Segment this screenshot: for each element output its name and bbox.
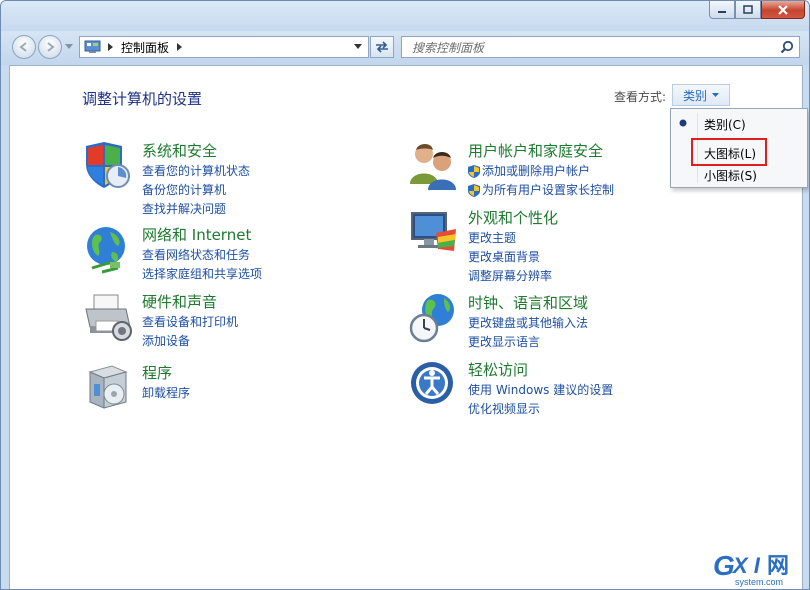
watermark-domain: system.com bbox=[735, 577, 784, 587]
task-link[interactable]: 卸载程序 bbox=[142, 384, 190, 403]
minimize-icon bbox=[718, 10, 726, 13]
task-link[interactable]: 使用 Windows 建议的设置 bbox=[468, 381, 613, 400]
category-links: 查看网络状态和任务 选择家庭组和共享选项 bbox=[142, 246, 262, 284]
menu-item-category[interactable]: 类别(C) bbox=[704, 116, 746, 133]
uac-shield-icon bbox=[468, 184, 480, 197]
title-bar bbox=[1, 1, 809, 31]
view-by-label: 查看方式: bbox=[614, 90, 667, 104]
clock-globe-icon bbox=[409, 294, 454, 343]
caption-buttons bbox=[709, 1, 805, 19]
forward-button[interactable] bbox=[38, 35, 62, 59]
maximize-button[interactable] bbox=[735, 1, 761, 19]
view-by-value: 类别 bbox=[682, 88, 707, 103]
programs-box-icon bbox=[88, 365, 128, 409]
task-link[interactable]: 调整屏幕分辨率 bbox=[468, 267, 552, 286]
task-link-label: 为所有用户设置家长控制 bbox=[482, 183, 615, 197]
navigation-bar: 控制面板 bbox=[1, 31, 809, 65]
control-panel-window: 控制面板 调整计算机的设置 查看方式: 类别 bbox=[0, 0, 810, 590]
task-link[interactable]: 选择家庭组和共享选项 bbox=[142, 265, 262, 284]
recent-pages-chevron-icon[interactable] bbox=[65, 44, 73, 50]
ease-of-access-icon bbox=[411, 362, 453, 404]
printer-icon bbox=[85, 294, 132, 341]
category-title[interactable]: 程序 bbox=[142, 362, 172, 383]
category-links: 查看设备和打印机 添加设备 bbox=[142, 313, 238, 351]
address-dropdown-icon[interactable] bbox=[354, 44, 362, 50]
svg-text:网: 网 bbox=[767, 554, 789, 579]
task-link[interactable]: 更改键盘或其他输入法 bbox=[468, 314, 588, 333]
task-link-label: 添加或删除用户帐户 bbox=[482, 164, 591, 178]
users-icon bbox=[410, 144, 456, 190]
back-button[interactable] bbox=[12, 35, 36, 59]
uac-shield-icon bbox=[468, 165, 480, 178]
category-links: 添加或删除用户帐户 为所有用户设置家长控制 bbox=[468, 162, 614, 200]
task-link[interactable]: 查看您的计算机状态 bbox=[142, 162, 250, 181]
task-link[interactable]: 更改桌面背景 bbox=[468, 248, 552, 267]
category-title[interactable]: 硬件和声音 bbox=[142, 291, 217, 312]
search-box[interactable] bbox=[401, 36, 800, 58]
watermark-logo: G X I 网 system.com bbox=[711, 549, 809, 589]
category-title[interactable]: 轻松访问 bbox=[468, 359, 528, 380]
category-title[interactable]: 外观和个性化 bbox=[468, 207, 558, 228]
task-link[interactable]: 更改主题 bbox=[468, 229, 552, 248]
category-title[interactable]: 系统和安全 bbox=[142, 140, 217, 161]
close-icon bbox=[778, 4, 788, 15]
task-link[interactable]: 备份您的计算机 bbox=[142, 181, 250, 200]
category-links: 使用 Windows 建议的设置 优化视频显示 bbox=[468, 381, 613, 419]
minimize-button[interactable] bbox=[709, 1, 735, 19]
breadcrumb-separator-icon[interactable] bbox=[108, 43, 114, 51]
task-link[interactable]: 查找并解决问题 bbox=[142, 200, 250, 219]
refresh-button[interactable] bbox=[370, 36, 394, 58]
task-link[interactable]: 更改显示语言 bbox=[468, 333, 588, 352]
task-link[interactable]: 优化视频显示 bbox=[468, 400, 613, 419]
address-bar[interactable]: 控制面板 bbox=[79, 36, 369, 58]
category-links: 更改主题 更改桌面背景 调整屏幕分辨率 bbox=[468, 229, 552, 286]
forward-arrow-icon bbox=[47, 42, 55, 52]
back-arrow-icon bbox=[19, 42, 27, 52]
task-link[interactable]: 为所有用户设置家长控制 bbox=[468, 181, 614, 200]
search-icon[interactable] bbox=[780, 40, 794, 54]
close-button[interactable] bbox=[761, 1, 805, 19]
task-link[interactable]: 查看设备和打印机 bbox=[142, 313, 238, 332]
category-links: 更改键盘或其他输入法 更改显示语言 bbox=[468, 314, 588, 352]
category-title[interactable]: 网络和 Internet bbox=[142, 224, 251, 245]
menu-item-small-icons[interactable]: 小图标(S) bbox=[704, 167, 757, 184]
category-title[interactable]: 时钟、语言和区域 bbox=[468, 292, 588, 313]
category-links: 查看您的计算机状态 备份您的计算机 查找并解决问题 bbox=[142, 162, 250, 219]
task-link[interactable]: 添加设备 bbox=[142, 332, 238, 351]
network-globe-icon bbox=[87, 227, 125, 274]
control-panel-icon bbox=[84, 40, 101, 53]
refresh-icon bbox=[376, 41, 388, 53]
task-link[interactable]: 查看网络状态和任务 bbox=[142, 246, 262, 265]
security-shield-icon bbox=[86, 142, 130, 188]
task-link[interactable]: 添加或删除用户帐户 bbox=[468, 162, 614, 181]
selected-radio-dot-icon bbox=[679, 119, 687, 127]
search-input[interactable] bbox=[410, 40, 774, 56]
breadcrumb-separator-icon[interactable] bbox=[177, 43, 183, 51]
svg-text:G: G bbox=[713, 550, 735, 581]
highlight-annotation-box bbox=[691, 138, 767, 166]
svg-text:X I: X I bbox=[731, 553, 761, 578]
page-heading: 调整计算机的设置 bbox=[82, 90, 203, 108]
view-by-dropdown[interactable]: 类别 bbox=[672, 84, 730, 106]
breadcrumb-control-panel[interactable]: 控制面板 bbox=[121, 39, 169, 56]
dropdown-arrow-icon bbox=[712, 92, 719, 97]
category-title[interactable]: 用户帐户和家庭安全 bbox=[468, 140, 603, 161]
category-links: 卸载程序 bbox=[142, 384, 190, 403]
maximize-icon bbox=[743, 5, 753, 14]
monitor-palette-icon bbox=[411, 212, 456, 251]
